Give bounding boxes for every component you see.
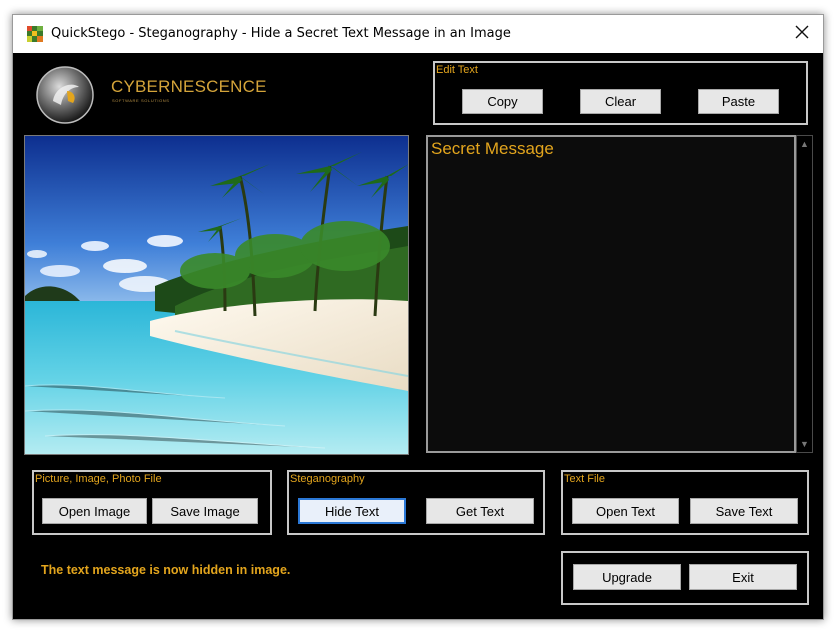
- close-icon: [795, 25, 809, 44]
- picture-file-group: Picture, Image, Photo File Open Image Sa…: [32, 470, 272, 535]
- app-window: QuickStego - Steganography - Hide a Secr…: [12, 14, 824, 620]
- message-scrollbar[interactable]: ▲ ▼: [796, 135, 813, 453]
- save-text-button[interactable]: Save Text: [690, 498, 798, 524]
- text-file-group: Text File Open Text Save Text: [561, 470, 809, 535]
- scroll-down-icon[interactable]: ▼: [800, 439, 809, 449]
- paste-button[interactable]: Paste: [698, 89, 779, 114]
- copy-button[interactable]: Copy: [462, 89, 543, 114]
- close-button[interactable]: [789, 21, 815, 47]
- save-image-button[interactable]: Save Image: [152, 498, 258, 524]
- open-text-button[interactable]: Open Text: [572, 498, 679, 524]
- logo-name: CYBERNESCENCE: [111, 77, 267, 96]
- open-image-button[interactable]: Open Image: [42, 498, 147, 524]
- title-bar[interactable]: QuickStego - Steganography - Hide a Secr…: [13, 15, 823, 53]
- logo-orb-icon: [35, 65, 95, 130]
- scroll-up-icon[interactable]: ▲: [800, 139, 809, 149]
- steganography-group: Steganography Hide Text Get Text: [287, 470, 545, 535]
- edit-text-group-title: Edit Text: [436, 64, 478, 76]
- steganography-group-title: Steganography: [290, 473, 365, 485]
- secret-message-textarea[interactable]: Secret Message: [426, 135, 796, 453]
- hide-text-button[interactable]: Hide Text: [298, 498, 406, 524]
- text-file-group-title: Text File: [564, 473, 605, 485]
- picture-file-group-title: Picture, Image, Photo File: [35, 473, 162, 485]
- image-preview: [24, 135, 409, 455]
- edit-text-group: Edit Text Copy Clear Paste: [433, 61, 808, 125]
- window-title: QuickStego - Steganography - Hide a Secr…: [51, 26, 511, 41]
- exit-button[interactable]: Exit: [689, 564, 797, 590]
- clear-button[interactable]: Clear: [580, 89, 661, 114]
- logo-subtitle: SOFTWARE SOLUTIONS: [112, 98, 170, 103]
- secret-message-text: Secret Message: [431, 139, 554, 158]
- company-logo: CYBERNESCENCE SOFTWARE SOLUTIONS: [35, 63, 267, 125]
- upgrade-button[interactable]: Upgrade: [573, 564, 681, 590]
- footer-actions-group: Upgrade Exit: [561, 551, 809, 605]
- status-message: The text message is now hidden in image.: [41, 563, 291, 577]
- beach-photo: [25, 136, 408, 454]
- app-icon: [27, 26, 43, 42]
- get-text-button[interactable]: Get Text: [426, 498, 534, 524]
